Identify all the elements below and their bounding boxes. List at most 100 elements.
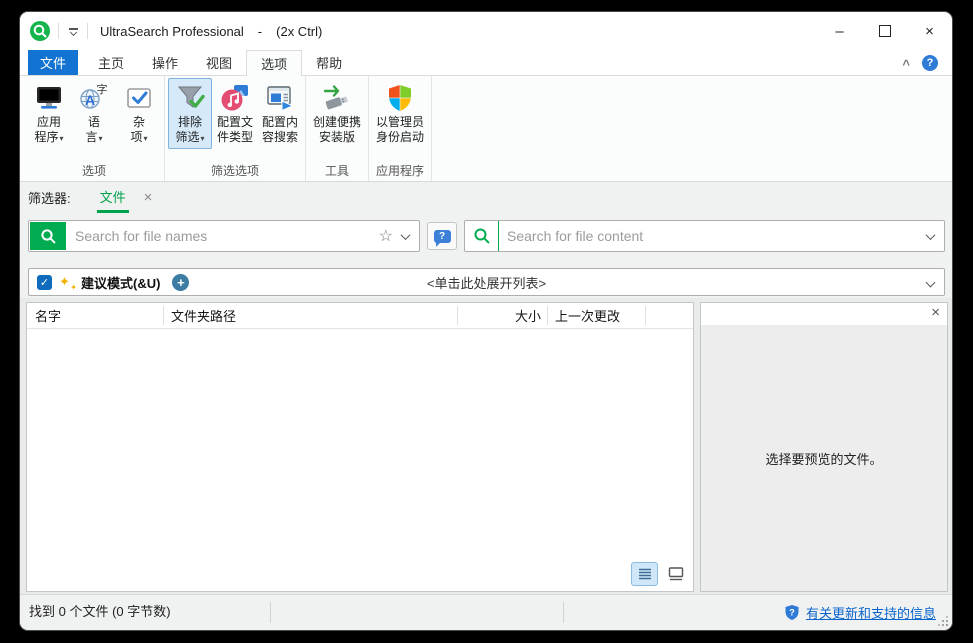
resize-grip[interactable] [938, 616, 948, 626]
exclude-filter-button[interactable]: 排除筛选▾ [168, 78, 212, 149]
collapse-ribbon-icon[interactable]: ^ [902, 57, 910, 72]
configure-file-types-button[interactable]: 配置文件类型 [213, 78, 257, 148]
preview-close-icon[interactable]: × [931, 304, 940, 321]
window-title: UltraSearch Professional-(2x Ctrl) [100, 24, 322, 39]
quick-access-dropdown-icon[interactable] [67, 28, 79, 35]
statusbar-divider [270, 602, 271, 623]
help-bubble-icon: ? [434, 230, 451, 243]
results-table-header: 名字 文件夹路径 大小 上一次更改 [27, 303, 693, 329]
window-controls: – × [817, 12, 952, 50]
minimize-button[interactable]: – [817, 12, 862, 50]
list-view-button[interactable] [631, 562, 658, 586]
chevron-down-icon[interactable] [401, 230, 411, 240]
column-resizer[interactable] [547, 306, 548, 325]
minimize-icon: – [835, 23, 843, 40]
dropdown-arrow-icon: ▾ [99, 134, 103, 143]
ribbon-tab-bar: 文件 主页 操作 视图 选项 帮助 ^ ? [20, 50, 952, 76]
app-name: UltraSearch Professional [100, 24, 244, 39]
info-shield-icon: ? [784, 604, 800, 621]
filter-bar: 筛选器: 文件 × [20, 182, 952, 213]
update-support-link[interactable]: 有关更新和支持的信息 [806, 603, 936, 622]
title-bar: UltraSearch Professional-(2x Ctrl) – × [20, 12, 952, 50]
column-resizer[interactable] [645, 306, 646, 325]
language-button[interactable]: A 字 语言▾ [72, 78, 116, 149]
main-area: 名字 文件夹路径 大小 上一次更改 [20, 298, 952, 594]
statusbar-divider [563, 602, 564, 623]
tab-actions[interactable]: 操作 [138, 50, 192, 75]
search-button[interactable] [30, 222, 66, 250]
close-button[interactable]: × [907, 12, 952, 50]
sparkles-icon: ✦✦ [59, 273, 77, 291]
search-icon [473, 227, 491, 245]
preview-message: 选择要预览的文件。 [765, 449, 882, 468]
file-content-search-input[interactable] [499, 228, 927, 244]
tab-file[interactable]: 文件 [28, 50, 78, 75]
application-button[interactable]: 应用程序▾ [27, 78, 71, 149]
suggestion-mode-checkbox[interactable]: ✓ [37, 275, 52, 290]
column-header-name[interactable]: 名字 [35, 303, 61, 328]
ribbon-group-label: 工具 [309, 162, 365, 181]
chevron-down-icon[interactable] [926, 277, 936, 287]
ribbon: 应用程序▾ A 字 语言▾ [20, 76, 952, 182]
view-toggle-group [631, 562, 689, 586]
app-icon[interactable] [30, 21, 50, 41]
tab-view[interactable]: 视图 [192, 50, 246, 75]
dropdown-arrow-icon: ▾ [60, 134, 64, 143]
checkbox-icon [123, 82, 155, 114]
ribbon-group-tools: 创建便携安装版 工具 [306, 76, 369, 181]
star-icon[interactable]: ☆ [379, 226, 393, 246]
configure-content-search-button[interactable]: 配置内容搜索 [258, 78, 302, 148]
ribbon-group-options: 应用程序▾ A 字 语言▾ [24, 76, 165, 181]
preview-view-button[interactable] [662, 562, 689, 586]
column-header-folder-path[interactable]: 文件夹路径 [171, 303, 236, 328]
ribbon-group-label: 筛选选项 [168, 162, 302, 181]
chevron-down-icon[interactable] [926, 230, 936, 240]
status-bar: 找到 0 个文件 (0 字节数) ? 有关更新和支持的信息 [20, 594, 952, 630]
usb-icon [321, 82, 353, 114]
preview-panel: × 选择要预览的文件。 [700, 302, 948, 592]
suggestion-mode-label: 建议模式(&U) [81, 273, 160, 292]
monitor-icon [33, 82, 65, 114]
dropdown-arrow-icon: ▾ [144, 134, 148, 143]
list-view-icon [637, 567, 653, 581]
help-icon[interactable]: ? [922, 55, 938, 71]
title-suffix: (2x Ctrl) [276, 24, 322, 39]
ribbon-group-filter-options: 排除筛选▾ 配置文件类型 [165, 76, 306, 181]
filter-tab-files[interactable]: 文件 [97, 182, 129, 213]
filter-close-icon[interactable]: × [144, 189, 153, 206]
misc-options-button[interactable]: 杂项▾ [117, 78, 161, 149]
content-search-icon [264, 82, 296, 114]
run-as-admin-button[interactable]: 以管理员身份启动 [372, 78, 428, 148]
app-window: UltraSearch Professional-(2x Ctrl) – × 文… [20, 12, 952, 630]
maximize-button[interactable] [862, 12, 907, 50]
create-portable-button[interactable]: 创建便携安装版 [309, 78, 365, 148]
column-resizer[interactable] [163, 306, 164, 325]
tab-options[interactable]: 选项 [246, 50, 302, 76]
preview-body: 选择要预览的文件。 [701, 325, 947, 591]
language-icon: A 字 [78, 82, 110, 114]
svg-text:A: A [85, 92, 95, 108]
file-content-searchbox [464, 220, 945, 252]
results-list-panel: 名字 文件夹路径 大小 上一次更改 [26, 302, 694, 592]
search-help-button[interactable]: ? [427, 222, 457, 250]
ribbon-group-label: 选项 [27, 162, 161, 181]
svg-text:?: ? [789, 607, 795, 617]
uac-shield-icon [384, 82, 416, 114]
file-name-search-input[interactable] [67, 228, 379, 244]
search-icon [40, 228, 57, 245]
column-header-size[interactable]: 大小 [457, 303, 541, 328]
dropdown-arrow-icon: ▾ [201, 134, 205, 143]
column-header-last-change[interactable]: 上一次更改 [555, 303, 620, 328]
tab-home[interactable]: 主页 [84, 50, 138, 75]
suggestion-mode-combobox[interactable]: ✓ ✦✦ 建议模式(&U) + <单击此处展开列表> [28, 268, 945, 296]
results-count: 找到 0 个文件 (0 字节数) [29, 595, 171, 629]
add-icon[interactable]: + [172, 274, 189, 291]
details-view-icon [667, 566, 685, 582]
titlebar-divider [87, 23, 88, 39]
ribbon-group-application: 以管理员身份启动 应用程序 [369, 76, 432, 181]
tab-help[interactable]: 帮助 [302, 50, 356, 75]
file-name-searchbox: ☆ [28, 220, 420, 252]
titlebar-divider [58, 23, 59, 39]
filter-bar-label: 筛选器: [28, 188, 71, 207]
svg-text:字: 字 [97, 82, 108, 96]
